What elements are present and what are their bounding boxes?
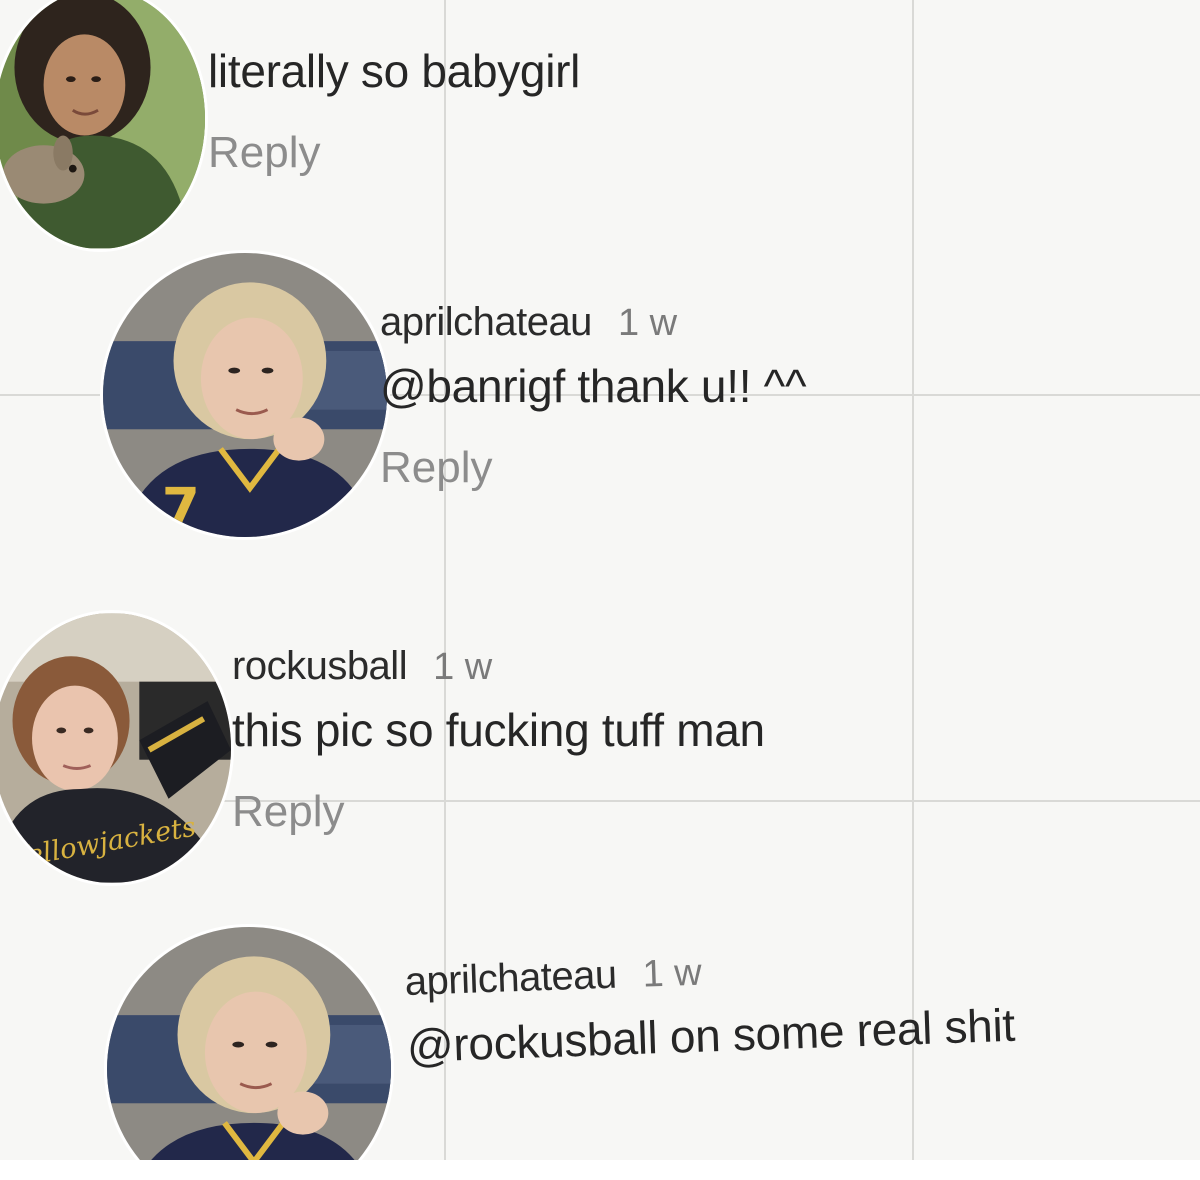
username-link[interactable]: rockusball <box>232 644 408 689</box>
cut-off-header <box>210 0 222 20</box>
comment-text: @banrigf thank u!! ^^ <box>380 360 807 412</box>
comment-meta: rockusball 1 w <box>232 644 765 689</box>
avatar-blonde-shag-jersey-icon: 7 <box>107 927 391 1180</box>
comment-2: aprilchateau 1 w @banrigf thank u!! ^^ R… <box>380 300 807 493</box>
timestamp: 1 w <box>617 302 678 344</box>
bottom-border <box>0 1160 1200 1180</box>
avatar-curly-hair-with-bunny-icon <box>0 0 205 249</box>
avatar[interactable]: Yellowjackets <box>0 610 234 886</box>
svg-text:7: 7 <box>162 476 200 537</box>
avatar[interactable]: 7 <box>104 924 394 1180</box>
comment-meta: aprilchateau 1 w <box>380 300 806 345</box>
reply-button[interactable]: Reply <box>208 128 321 178</box>
avatar-ponytail-yellowjackets-sweatshirt-icon: Yellowjackets <box>0 613 231 883</box>
comment-meta: aprilchateau 1 w <box>404 939 1013 1005</box>
comment-text: literally so babygirl <box>208 45 581 97</box>
avatar[interactable]: 7 <box>100 250 390 540</box>
comment-3: rockusball 1 w this pic so fucking tuff … <box>232 644 765 837</box>
username-link[interactable]: aprilchateau <box>380 300 592 345</box>
username-link[interactable]: aprilchateau <box>404 953 617 1005</box>
comment-1: literally so babygirl Reply <box>208 44 580 178</box>
reply-button[interactable]: Reply <box>232 787 345 837</box>
avatar[interactable] <box>0 0 208 252</box>
comment-thread-screenshot: literally so babygirl Reply 7 aprilchate… <box>0 0 1200 1180</box>
comment-text: this pic so fucking tuff man <box>232 704 765 756</box>
timestamp: 1 w <box>433 646 493 688</box>
avatar-blonde-shag-jersey-icon: 7 <box>103 253 387 537</box>
timestamp: 1 w <box>641 951 703 996</box>
comment-4: aprilchateau 1 w @rockusball on some rea… <box>404 939 1016 1073</box>
comment-text: @rockusball on some real shit <box>406 998 1016 1072</box>
reply-button[interactable]: Reply <box>380 443 493 493</box>
